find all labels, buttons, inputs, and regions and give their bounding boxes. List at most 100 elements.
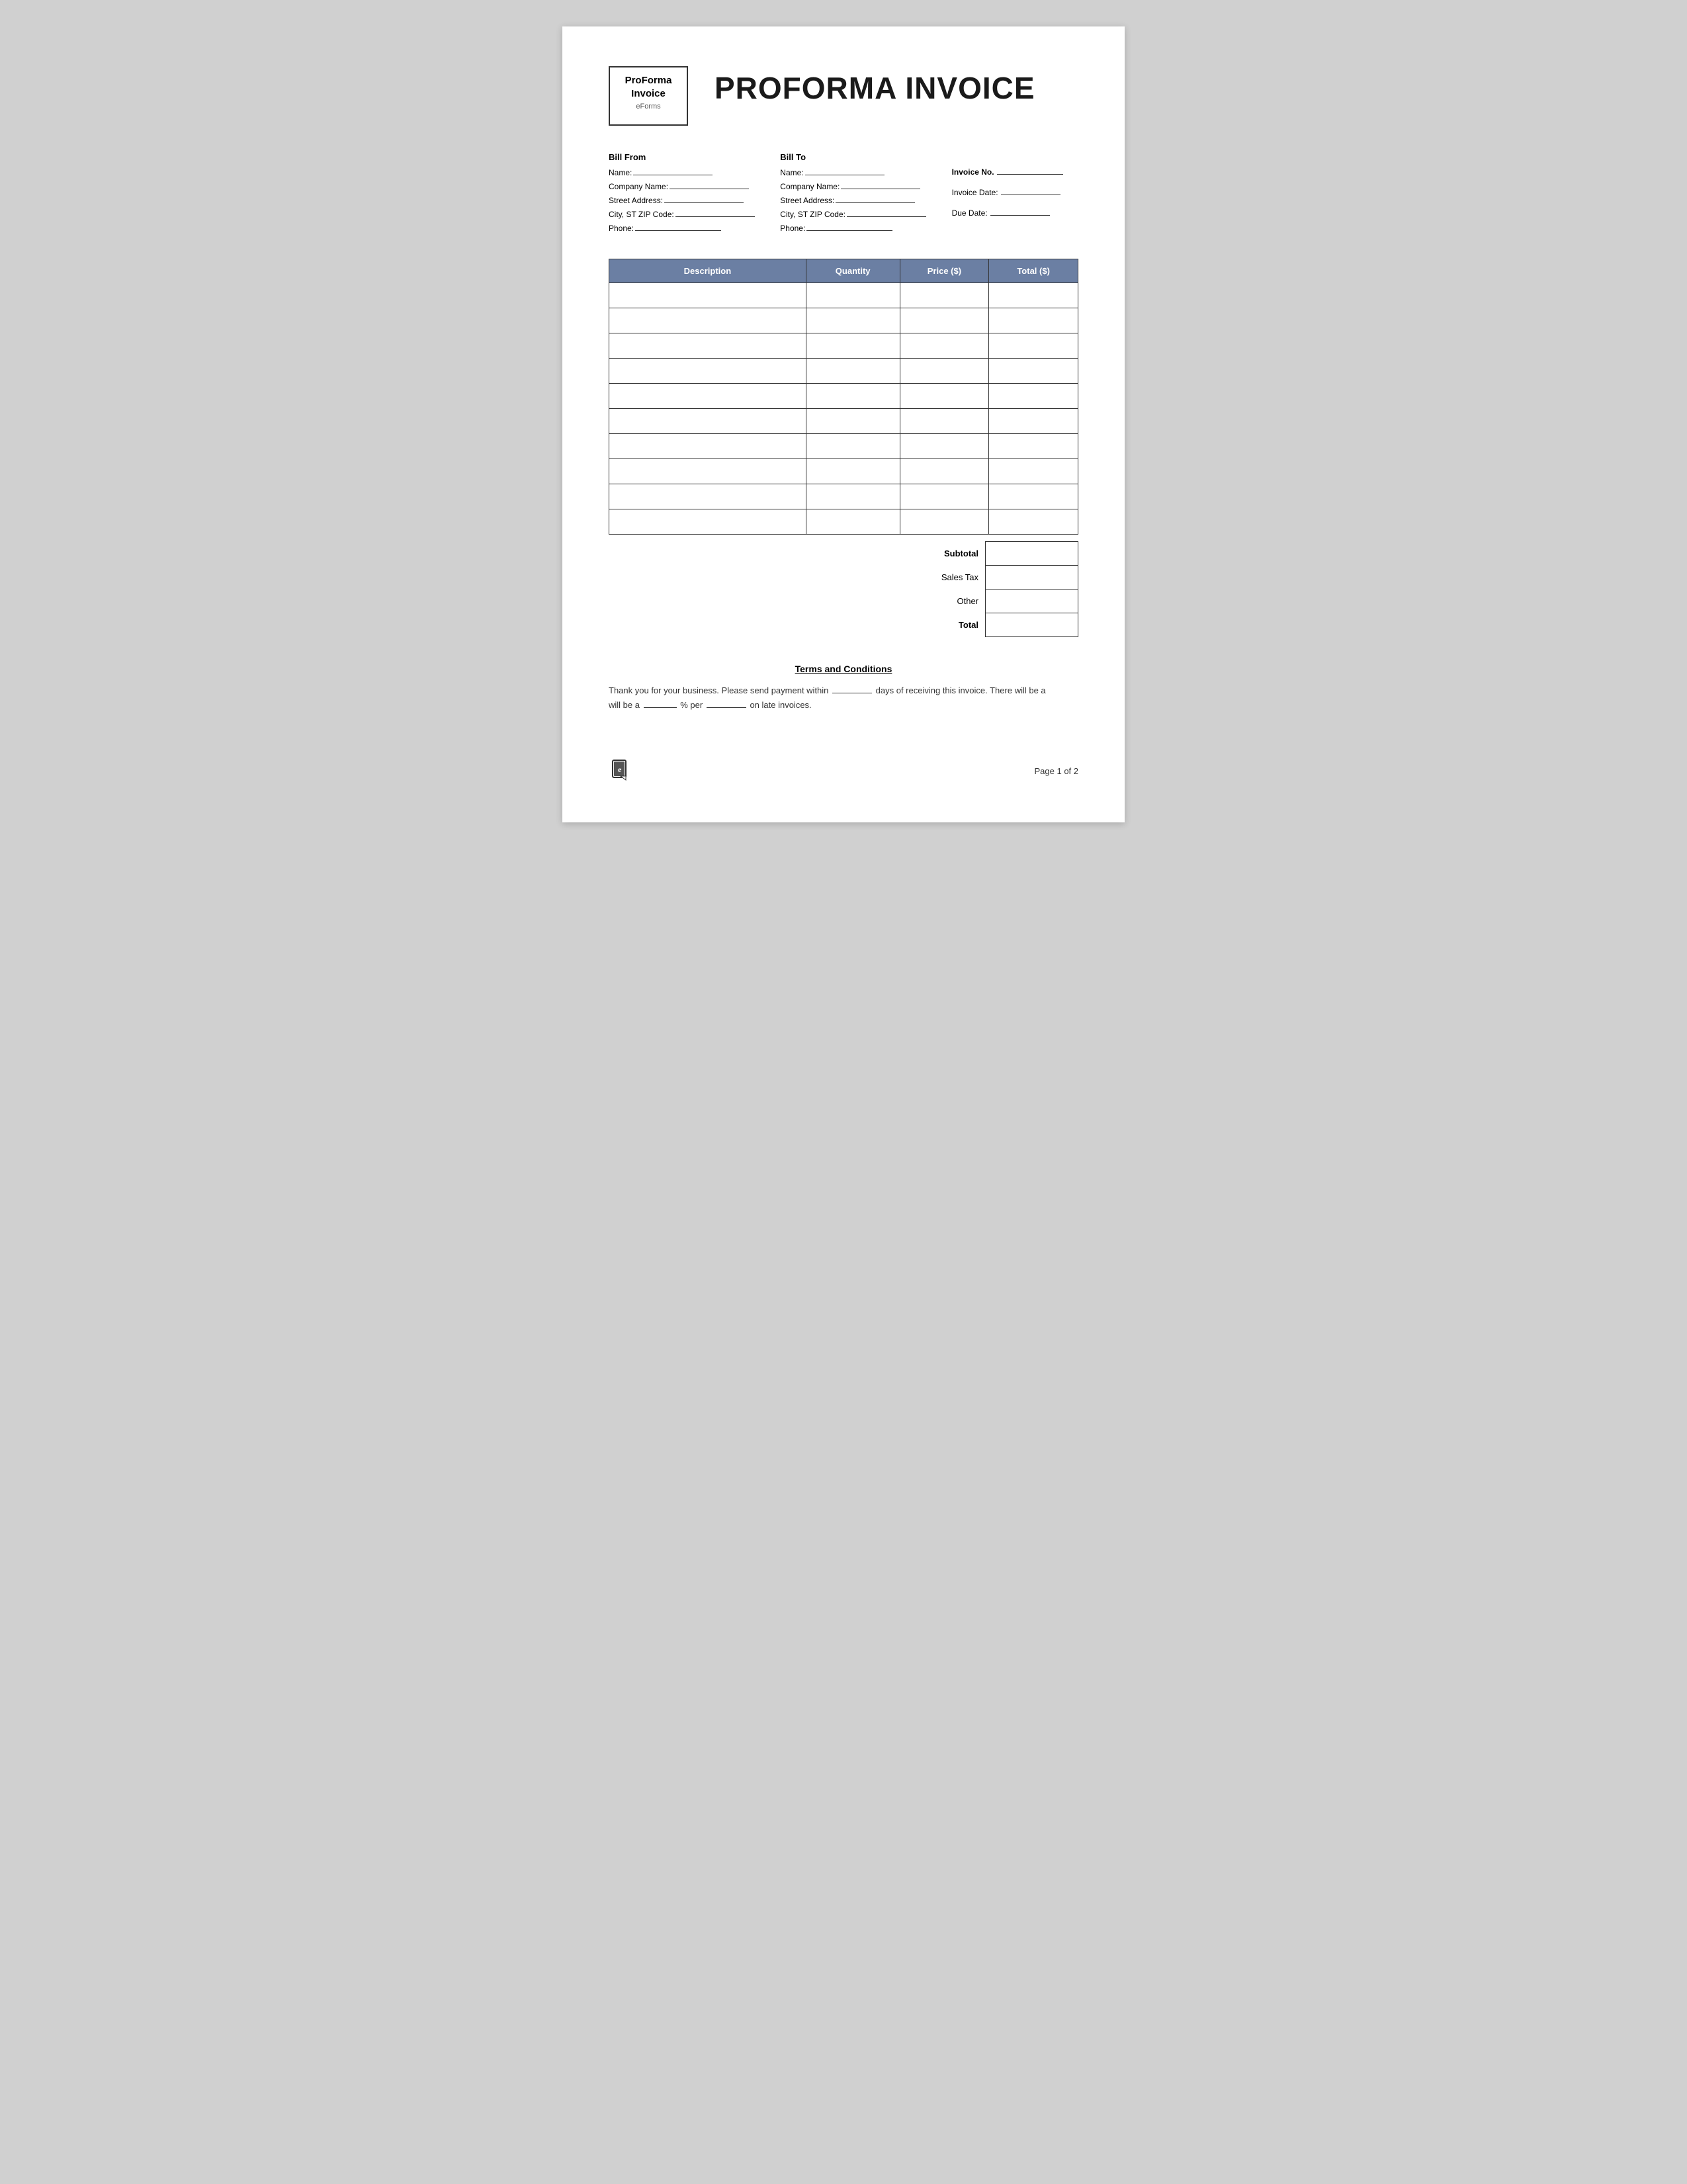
other-row: Other [867, 590, 1078, 613]
cell-quantity[interactable] [806, 333, 900, 359]
table-row [609, 409, 1078, 434]
table-row [609, 459, 1078, 484]
cell-quantity[interactable] [806, 409, 900, 434]
salestax-row: Sales Tax [867, 566, 1078, 590]
cell-price[interactable] [900, 384, 989, 409]
cell-description[interactable] [609, 434, 806, 459]
cell-price[interactable] [900, 308, 989, 333]
cell-description[interactable] [609, 459, 806, 484]
cell-total[interactable] [989, 359, 1078, 384]
due-date-row: Due Date: [952, 206, 1078, 218]
invoice-page: ProForma Invoice eForms PROFORMA INVOICE… [562, 26, 1125, 822]
invoice-number-row: Invoice No. [952, 165, 1078, 177]
table-row [609, 484, 1078, 509]
cell-quantity[interactable] [806, 484, 900, 509]
header: ProForma Invoice eForms PROFORMA INVOICE [609, 66, 1078, 126]
cell-price[interactable] [900, 333, 989, 359]
cell-description[interactable] [609, 333, 806, 359]
bill-from-phone: Phone: [609, 222, 767, 233]
cell-quantity[interactable] [806, 459, 900, 484]
cell-quantity[interactable] [806, 434, 900, 459]
totals-section: Subtotal Sales Tax Other Total [609, 541, 1078, 637]
cell-total[interactable] [989, 434, 1078, 459]
logo-title: ProForma Invoice [617, 74, 680, 100]
cell-price[interactable] [900, 409, 989, 434]
bill-to-name: Name: [780, 166, 938, 177]
cell-total[interactable] [989, 384, 1078, 409]
cell-quantity[interactable] [806, 509, 900, 535]
terms-section: Terms and Conditions Thank you for your … [609, 664, 1078, 713]
cell-total[interactable] [989, 333, 1078, 359]
cell-description[interactable] [609, 283, 806, 308]
cell-price[interactable] [900, 283, 989, 308]
cell-total[interactable] [989, 283, 1078, 308]
bill-to-company: Company Name: [780, 180, 938, 191]
bill-to-heading: Bill To [780, 152, 938, 162]
main-title: PROFORMA INVOICE [714, 66, 1035, 103]
cell-description[interactable] [609, 359, 806, 384]
bill-section: Bill From Name: Company Name: Street Add… [609, 152, 1078, 236]
table-row [609, 509, 1078, 535]
logo-box: ProForma Invoice eForms [609, 66, 688, 126]
table-row [609, 283, 1078, 308]
cell-quantity[interactable] [806, 308, 900, 333]
cell-description[interactable] [609, 384, 806, 409]
terms-text: Thank you for your business. Please send… [609, 683, 1078, 713]
invoice-date-row: Invoice Date: [952, 186, 1078, 197]
invoice-info-column: Invoice No. Invoice Date: Due Date: [952, 152, 1078, 236]
bill-to-column: Bill To Name: Company Name: Street Addre… [780, 152, 938, 236]
cell-quantity[interactable] [806, 384, 900, 409]
cell-description[interactable] [609, 308, 806, 333]
cell-total[interactable] [989, 484, 1078, 509]
table-row [609, 359, 1078, 384]
invoice-table: Description Quantity Price ($) Total ($) [609, 259, 1078, 535]
col-total: Total ($) [989, 259, 1078, 283]
other-value[interactable] [986, 590, 1078, 613]
svg-text:e: e [618, 765, 622, 774]
cell-total[interactable] [989, 308, 1078, 333]
subtotal-label: Subtotal [867, 542, 986, 566]
cell-total[interactable] [989, 409, 1078, 434]
subtotal-row: Subtotal [867, 542, 1078, 566]
bill-to-city: City, ST ZIP Code: [780, 208, 938, 219]
col-price: Price ($) [900, 259, 989, 283]
total-label: Total [867, 613, 986, 637]
bill-from-company: Company Name: [609, 180, 767, 191]
logo-line2: Invoice [631, 88, 666, 99]
cell-price[interactable] [900, 459, 989, 484]
bill-to-street: Street Address: [780, 194, 938, 205]
table-row [609, 384, 1078, 409]
cell-price[interactable] [900, 434, 989, 459]
col-description: Description [609, 259, 806, 283]
cell-price[interactable] [900, 484, 989, 509]
bill-from-street: Street Address: [609, 194, 767, 205]
table-row [609, 308, 1078, 333]
logo-sub: eForms [617, 103, 680, 110]
bill-from-heading: Bill From [609, 152, 767, 162]
cell-quantity[interactable] [806, 359, 900, 384]
eforms-icon: e [609, 759, 632, 783]
cell-total[interactable] [989, 459, 1078, 484]
terms-title: Terms and Conditions [609, 664, 1078, 674]
cell-quantity[interactable] [806, 283, 900, 308]
bill-from-name: Name: [609, 166, 767, 177]
totals-table: Subtotal Sales Tax Other Total [867, 541, 1078, 637]
cell-total[interactable] [989, 509, 1078, 535]
cell-description[interactable] [609, 509, 806, 535]
subtotal-value[interactable] [986, 542, 1078, 566]
total-value[interactable] [986, 613, 1078, 637]
page-number: Page 1 of 2 [1035, 766, 1079, 776]
cell-price[interactable] [900, 509, 989, 535]
bill-from-column: Bill From Name: Company Name: Street Add… [609, 152, 767, 236]
salestax-value[interactable] [986, 566, 1078, 590]
table-row [609, 333, 1078, 359]
footer: e Page 1 of 2 [609, 752, 1078, 783]
salestax-label: Sales Tax [867, 566, 986, 590]
cell-description[interactable] [609, 484, 806, 509]
cell-price[interactable] [900, 359, 989, 384]
bill-to-phone: Phone: [780, 222, 938, 233]
bill-from-city: City, ST ZIP Code: [609, 208, 767, 219]
cell-description[interactable] [609, 409, 806, 434]
total-row: Total [867, 613, 1078, 637]
col-quantity: Quantity [806, 259, 900, 283]
